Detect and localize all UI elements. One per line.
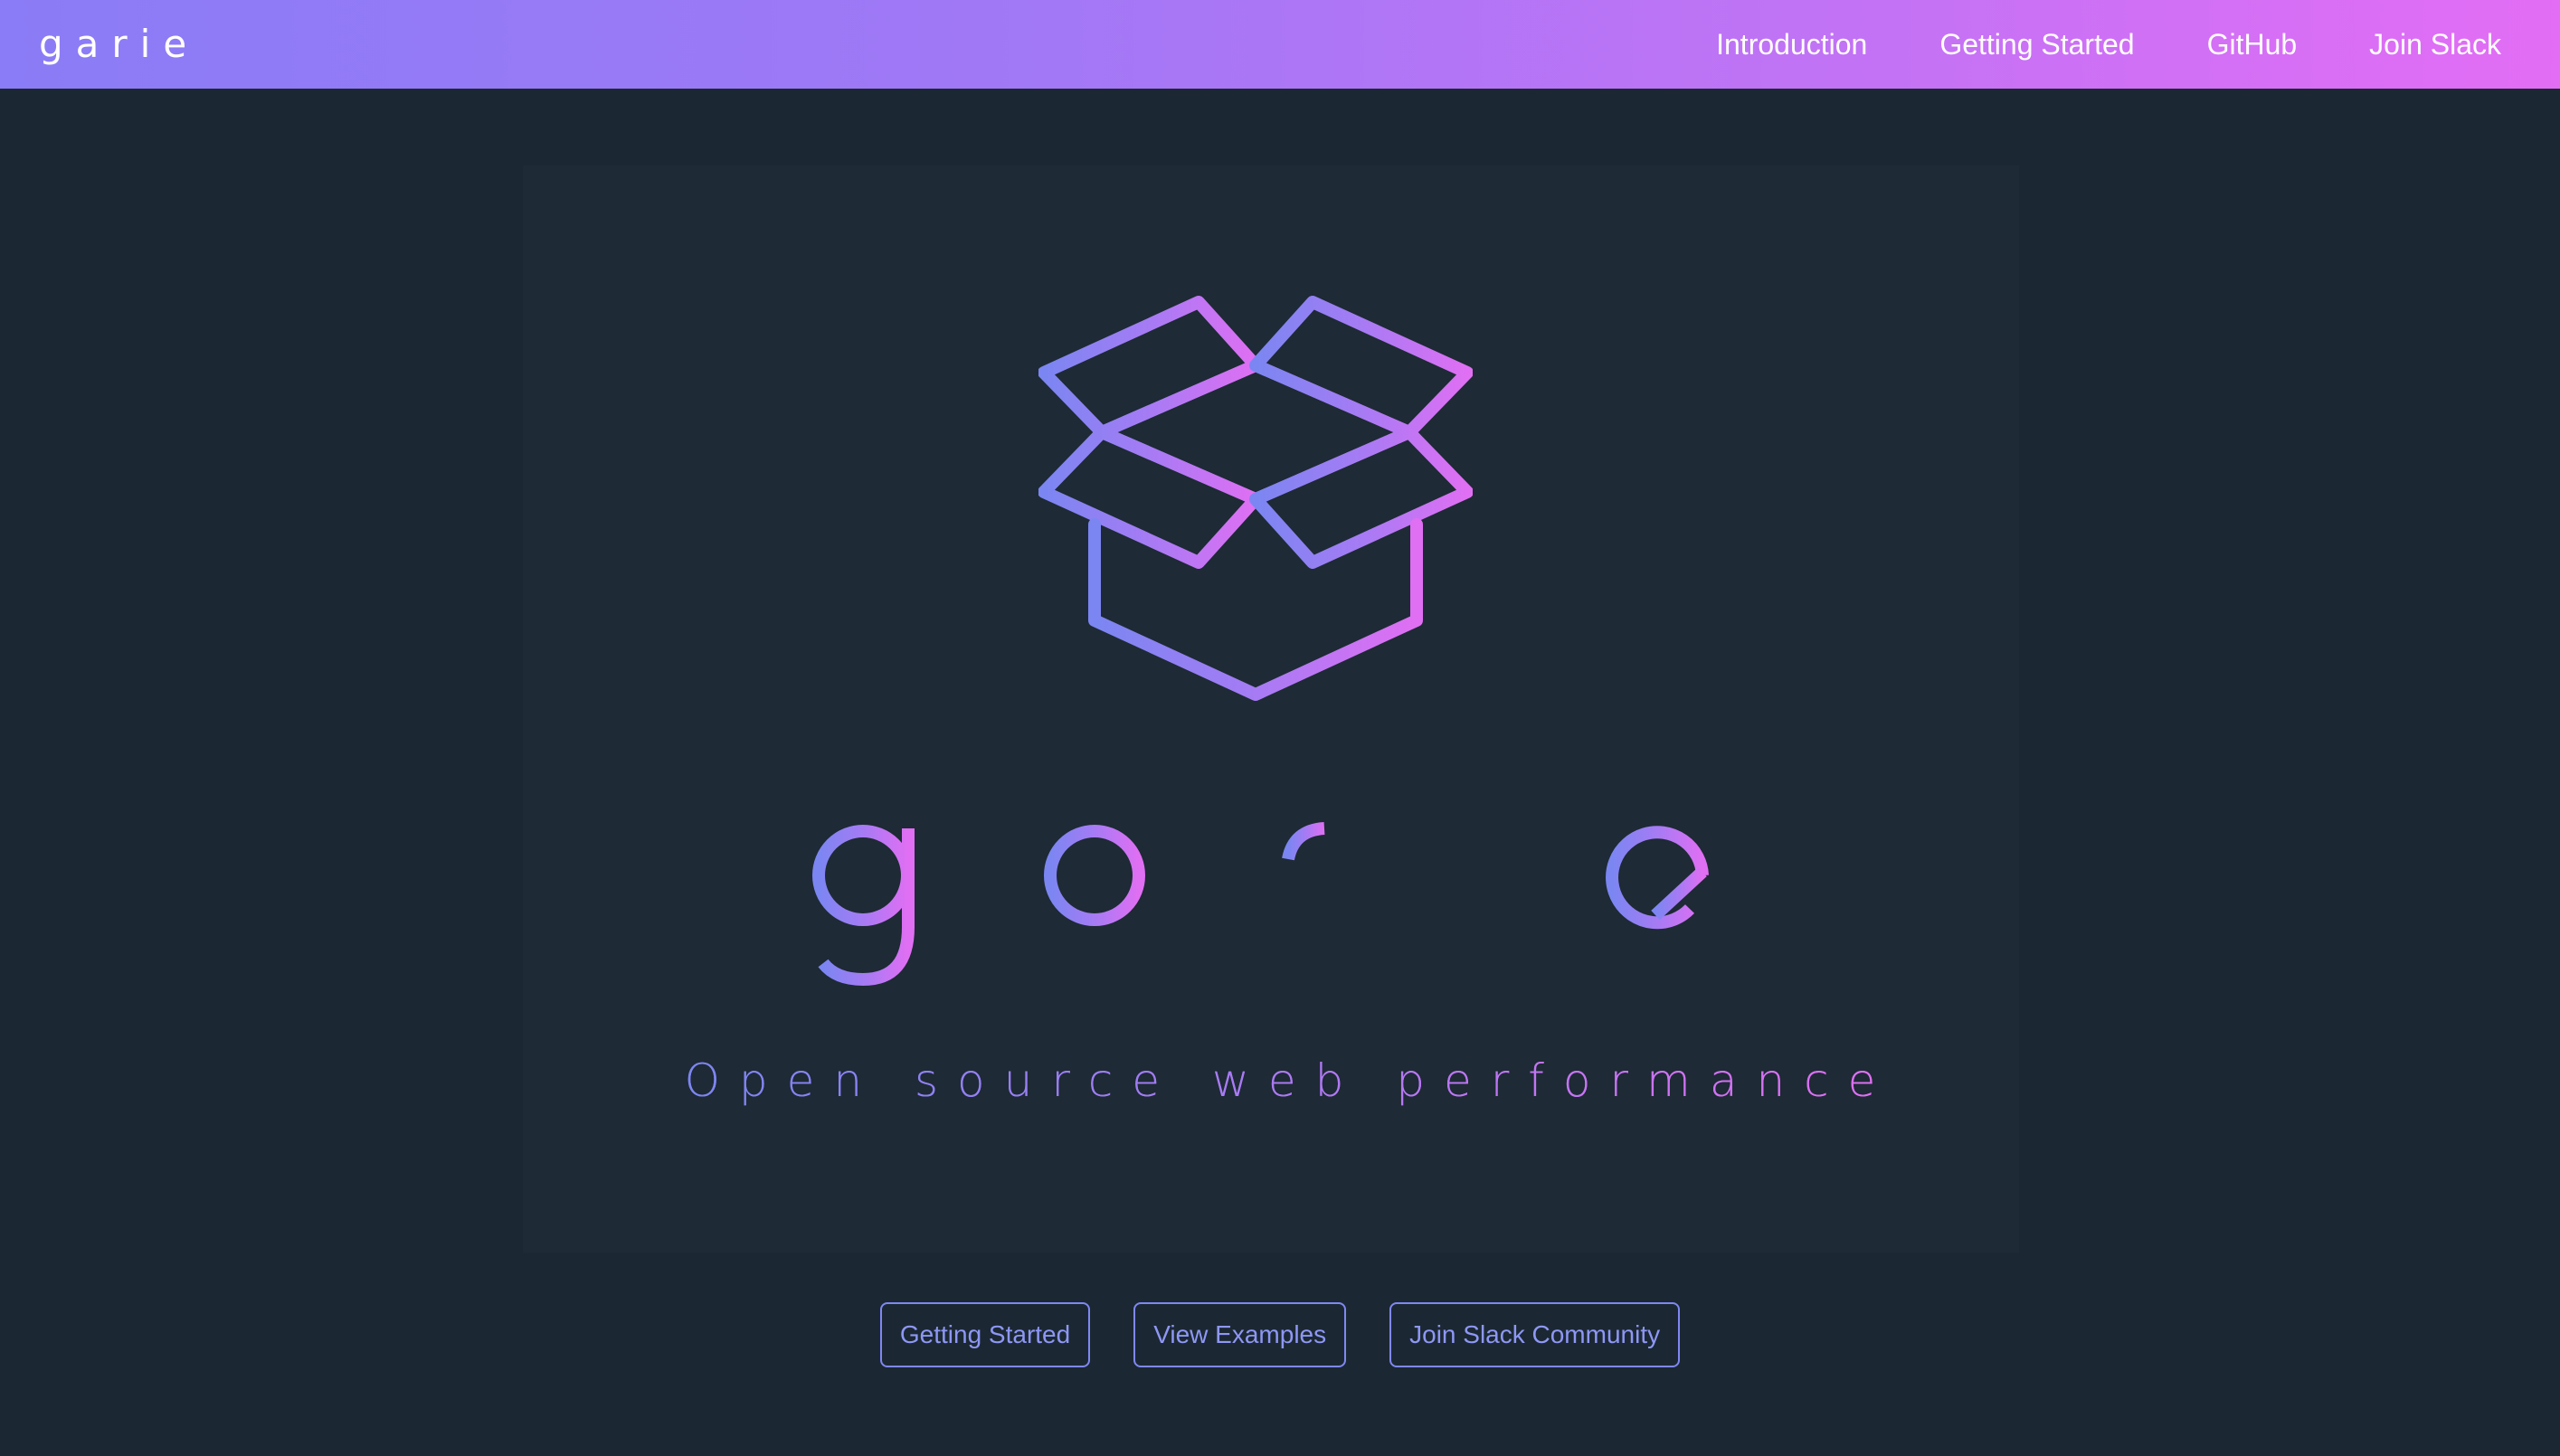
garie-wordmark — [812, 793, 1709, 987]
brand-link[interactable]: garie — [39, 0, 199, 89]
getting-started-button[interactable]: Getting Started — [879, 1302, 1091, 1367]
tagline: Open source web performance — [0, 1054, 2560, 1107]
open-box-icon — [1038, 296, 1473, 701]
hero-actions: Getting Started View Examples Join Slack… — [0, 1302, 2560, 1367]
nav-link-github[interactable]: GitHub — [2207, 28, 2298, 61]
view-examples-button[interactable]: View Examples — [1133, 1302, 1347, 1367]
join-slack-community-button[interactable]: Join Slack Community — [1389, 1302, 1681, 1367]
nav-link-join-slack[interactable]: Join Slack — [2369, 28, 2501, 61]
main-nav: Introduction Getting Started GitHub Join… — [1716, 0, 2501, 89]
nav-link-introduction[interactable]: Introduction — [1716, 28, 1867, 61]
top-navigation-bar: garie Introduction Getting Started GitHu… — [0, 0, 2560, 89]
nav-link-getting-started[interactable]: Getting Started — [1939, 28, 2134, 61]
